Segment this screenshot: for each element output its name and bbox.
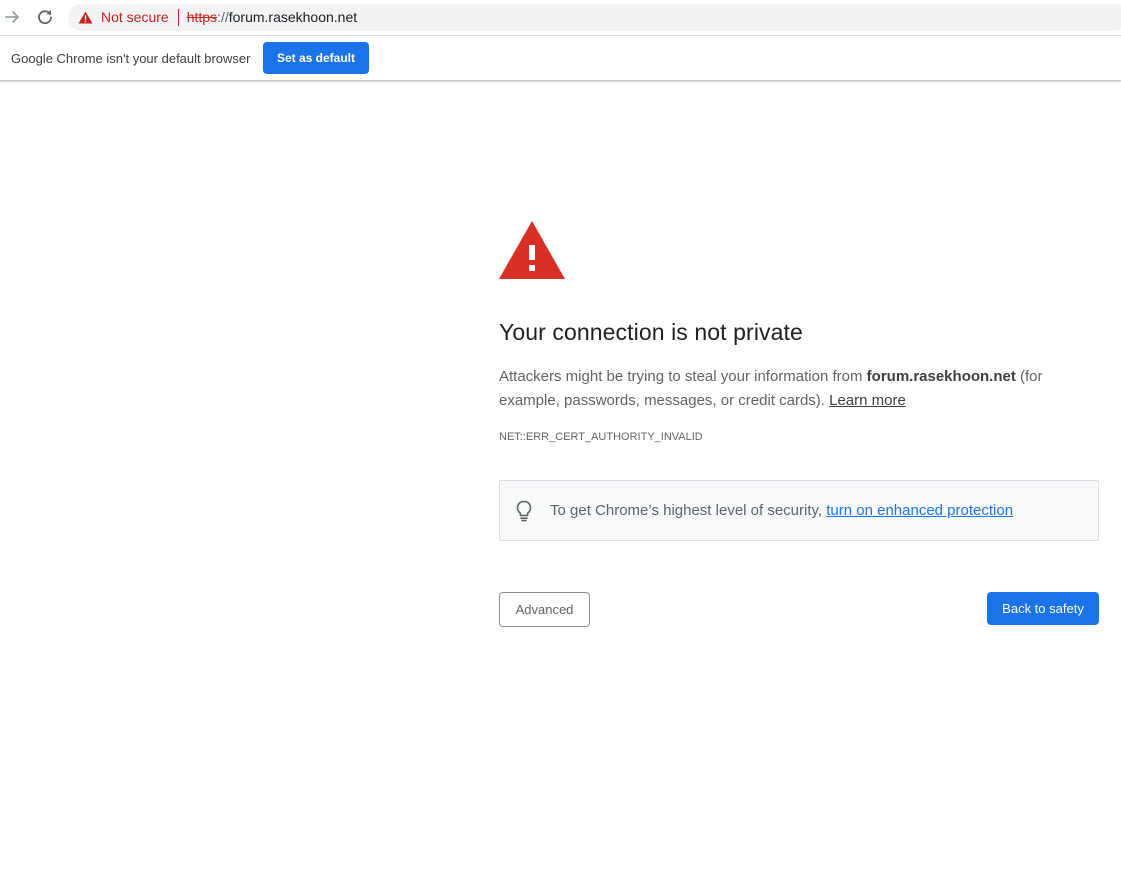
explanation-host: forum.rasekhoon.net [866,368,1016,385]
page-title: Your connection is not private [499,319,803,345]
reload-icon [38,9,52,25]
reload-button[interactable] [33,5,57,29]
address-bar[interactable]: Not secure https://forum.rasekhoon.net [68,4,1121,31]
enhanced-prompt: To get Chrome’s highest level of securit… [550,502,827,519]
warning-triangle-icon[interactable] [78,11,93,24]
not-secure-label[interactable]: Not secure [101,4,169,31]
enhanced-protection-link[interactable]: turn on enhanced protection [826,502,1013,519]
danger-triangle-icon [499,221,565,279]
learn-more-link[interactable]: Learn more [829,392,906,409]
url-scheme: https [186,9,218,25]
url-scheme-separator: :// [217,9,229,25]
infobar-message: Google Chrome isn't your default browser [11,51,251,66]
explanation-prefix: Attackers might be trying to steal your … [499,368,867,385]
interstitial-content: Your connection is not private Attackers… [499,82,1099,880]
error-code[interactable]: NET::ERR_CERT_AUTHORITY_INVALID [499,431,703,443]
url-host: forum.rasekhoon.net [228,9,358,25]
enhanced-protection-box: To get Chrome’s highest level of securit… [499,480,1099,541]
forward-arrow-icon [5,11,19,23]
error-explanation: Attackers might be trying to steal your … [499,365,1099,413]
set-as-default-button[interactable]: Set as default [263,42,369,74]
advanced-button[interactable]: Advanced [499,592,590,627]
lightbulb-icon [516,500,532,522]
browser-toolbar: Not secure https://forum.rasekhoon.net [0,0,1121,35]
enhanced-protection-text: To get Chrome’s highest level of securit… [550,502,1013,519]
omnibox-divider [177,9,179,26]
forward-button[interactable] [1,5,25,29]
default-browser-infobar: Google Chrome isn't your default browser… [0,35,1121,81]
back-to-safety-button[interactable]: Back to safety [987,592,1099,625]
